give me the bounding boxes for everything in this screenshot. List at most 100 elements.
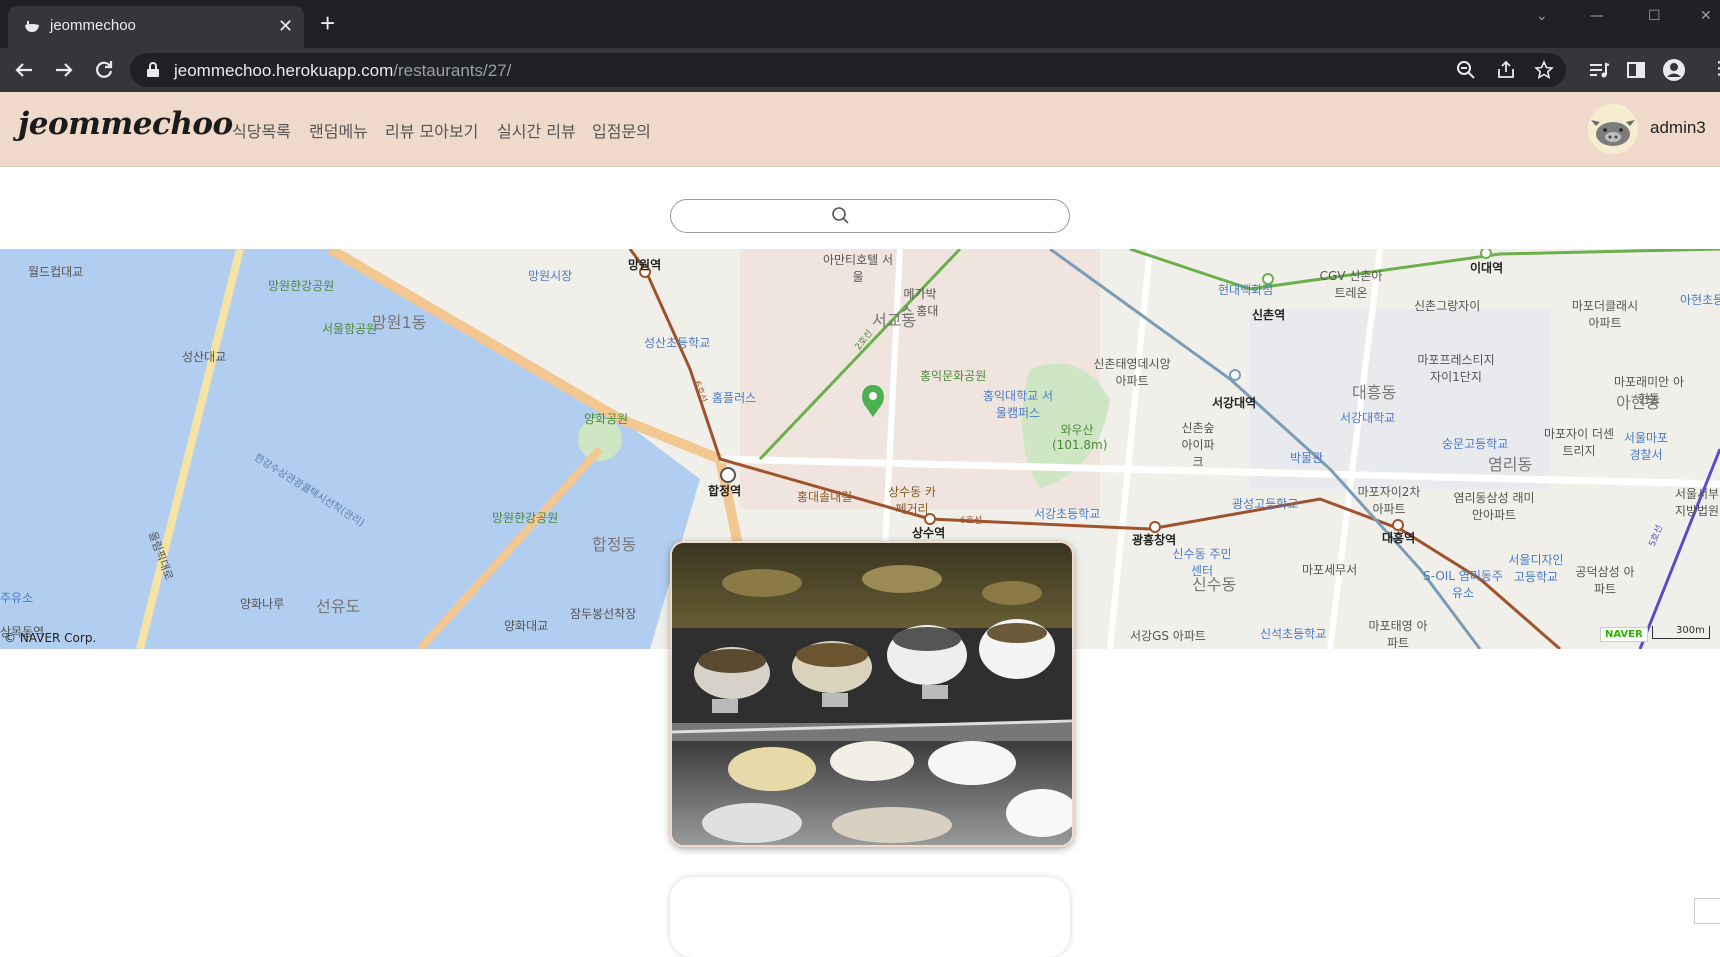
lock-icon[interactable] (146, 62, 160, 78)
map-label: 서울서부 지방법원 (1674, 487, 1720, 518)
menu-dots-icon[interactable]: ⋮ (1710, 58, 1720, 79)
map-label: 주유소 (0, 591, 34, 605)
map-label: 신촌태영데시앙 아파트 (1093, 357, 1171, 388)
map-label: 성산대교 (182, 350, 227, 364)
map-label: 염리동삼성 래미안아파트 (1453, 491, 1535, 522)
map-label: 홍익문화공원 (920, 369, 987, 383)
star-icon[interactable] (1534, 60, 1554, 80)
map-label: 홍익대학교 서울캠퍼스 (982, 389, 1054, 420)
tab-title: jeommechoo (50, 17, 136, 34)
map-label: 공덕삼성 아파트 (1575, 565, 1635, 596)
map-label: 양화공원 (584, 412, 629, 426)
tab-close-icon[interactable]: ✕ (278, 16, 293, 37)
map-label: 마포더클래시 아파트 (1571, 299, 1639, 330)
nav-restaurant-list[interactable]: 식당목록 (232, 118, 291, 142)
avatar[interactable] (1588, 104, 1638, 154)
side-panel-icon[interactable] (1622, 56, 1650, 84)
favicon-icon (25, 21, 39, 32)
zoom-icon[interactable] (1456, 60, 1476, 80)
map-label: 월드컵대교 (28, 265, 84, 279)
reload-icon[interactable] (90, 56, 118, 84)
map-label: 마포태영 아파트 (1368, 619, 1428, 649)
map-label: 신수동 (1192, 575, 1237, 594)
map-label: 서울디자인 고등학교 (1508, 553, 1564, 584)
map-label: 이대역 (1470, 261, 1504, 275)
map-label: 양화나루 (240, 597, 285, 611)
map-label: 망원한강공원 (492, 511, 559, 525)
map-label: 아현동 (1616, 393, 1661, 412)
minimize-icon[interactable]: — (1590, 8, 1604, 24)
media-icon[interactable] (1584, 56, 1612, 84)
back-icon[interactable] (10, 56, 38, 84)
map-label: 합정동 (592, 535, 637, 554)
url-text[interactable]: jeommechoo.herokuapp.com/restaurants/27/ (174, 61, 511, 81)
map-label: 망원역 (628, 258, 662, 272)
map-label: S-OIL 염리동주유소 (1423, 569, 1503, 600)
nav-partnership[interactable]: 입점문의 (592, 118, 651, 142)
map-label: 신촌숲 아이파크 (1181, 421, 1215, 469)
map-label: 상수역 (912, 526, 946, 540)
corner-widget[interactable] (1694, 898, 1720, 924)
map-label: 상수동 카페거리 (888, 485, 936, 516)
search-input[interactable] (670, 199, 1070, 233)
map-label: 홈플러스 (712, 391, 757, 405)
new-tab-icon[interactable]: + (320, 10, 335, 36)
nav-review-collection[interactable]: 리뷰 모아보기 (385, 118, 478, 142)
site-header: jeommechoo 식당목록 랜덤메뉴 리뷰 모아보기 실시간 리뷰 입점문의… (0, 92, 1720, 167)
map-label: 양화대교 (504, 619, 549, 633)
share-icon[interactable] (1496, 60, 1516, 80)
map-label: 6호선 (960, 516, 983, 526)
browser-toolbar: jeommechoo.herokuapp.com/restaurants/27/… (0, 48, 1720, 92)
map-label: 서강GS 아파트 (1130, 629, 1206, 643)
forward-icon[interactable] (50, 56, 78, 84)
browser-tabbar: jeommechoo ✕ + ⌄ — ☐ ✕ (0, 0, 1720, 48)
map-label: 마포세무서 (1302, 563, 1358, 577)
restaurant-info-card (670, 877, 1070, 957)
map-label: 서강대역 (1212, 396, 1257, 410)
map-label: 신촌역 (1252, 308, 1286, 322)
map-label: 마포프레스티지 자이1단지 (1417, 353, 1495, 384)
url-path: /restaurants/27/ (393, 61, 512, 80)
map-label: 마포자이2차 아파트 (1357, 485, 1421, 516)
map-label: 마포자이 더센트리지 (1543, 427, 1615, 458)
browser-tab[interactable]: jeommechoo ✕ (8, 6, 304, 48)
map-label: 아현초등학교 (1680, 293, 1720, 307)
map-label: 서강초등학교 (1034, 507, 1101, 521)
address-bar[interactable]: jeommechoo.herokuapp.com/restaurants/27/ (130, 53, 1566, 87)
map-label: 성산초등학교 (644, 336, 711, 350)
map-label: 망원시장 (528, 269, 573, 283)
search-icon (832, 207, 849, 224)
map-label: 망원한강공원 (268, 279, 335, 293)
chevron-down-icon[interactable]: ⌄ (1536, 8, 1548, 24)
username[interactable]: admin3 (1650, 118, 1706, 138)
map-label: 신촌그랑자이 (1414, 299, 1481, 313)
map-label: 망원1동 (372, 313, 427, 332)
nav-random-menu[interactable]: 랜덤메뉴 (309, 118, 368, 142)
naver-logo[interactable]: NAVER (1600, 627, 1648, 642)
map-label: 광흥창역 (1132, 533, 1177, 547)
map-label: 선유도 (316, 597, 361, 616)
map-label: CGV 신촌아트레온 (1319, 269, 1383, 300)
url-host: jeommechoo.herokuapp.com (174, 61, 394, 80)
map-scale-label: 300m (1676, 625, 1705, 636)
site-logo[interactable]: jeommechoo (18, 106, 233, 142)
restaurant-photo (670, 541, 1074, 847)
map-label: 현대백화점 (1218, 283, 1274, 297)
map-label: 와우산 (101.8m) (1052, 423, 1108, 452)
map-label: 아만티호텔 서울 (822, 253, 894, 284)
map-label: 박물관 (1290, 451, 1324, 465)
map-label: 홍대솔내길 (797, 490, 853, 504)
maximize-icon[interactable]: ☐ (1648, 8, 1661, 24)
map-copyright: © NAVER Corp. (4, 631, 97, 645)
profile-icon[interactable] (1660, 56, 1688, 84)
map-label: 서교동 (872, 311, 917, 330)
map-label: 서강대학교 (1340, 411, 1396, 425)
map-label: 숭문고등학교 (1442, 437, 1509, 451)
map-label: 광성고등학교 (1232, 497, 1299, 511)
close-window-icon[interactable]: ✕ (1700, 8, 1712, 24)
map-label: 대흥동 (1352, 383, 1397, 402)
nav-realtime-review[interactable]: 실시간 리뷰 (497, 118, 576, 142)
map-label: 대흥역 (1382, 531, 1416, 545)
map-label: 신석초등학교 (1260, 627, 1327, 641)
map-label: 서울마포 경찰서 (1623, 431, 1669, 462)
